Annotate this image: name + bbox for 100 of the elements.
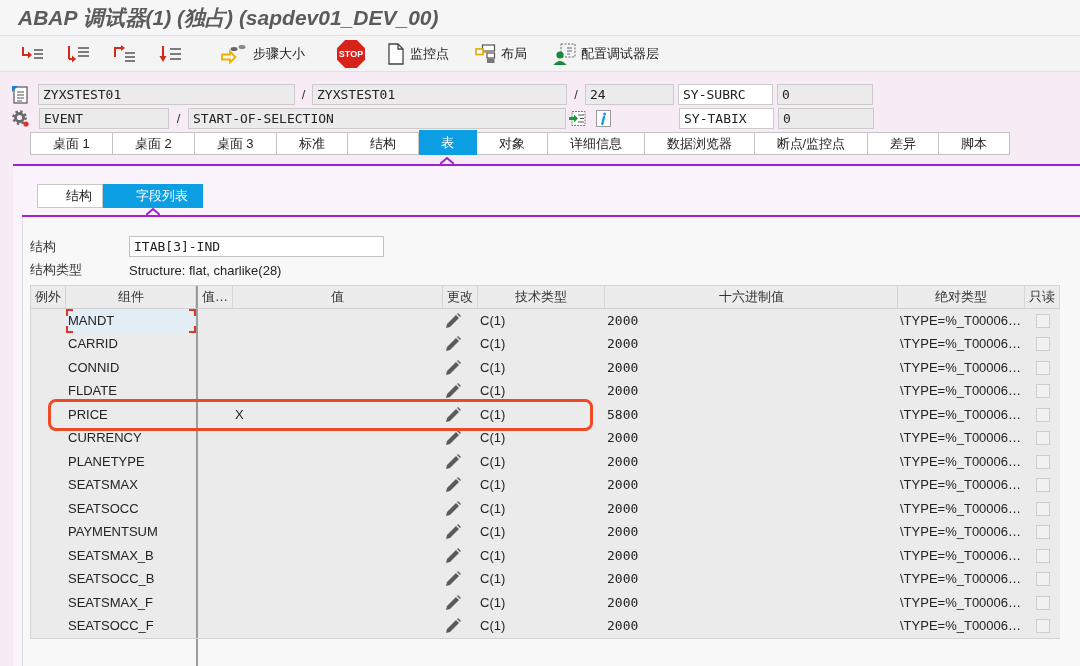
checkbox[interactable] (1035, 337, 1050, 352)
column-header[interactable]: 绝对类型 (898, 286, 1025, 309)
table-row[interactable]: CONNID C(1) 2000 \TYPE=%_T00006… (31, 356, 1060, 380)
tab[interactable]: 断点/监控点 (754, 132, 869, 155)
table-cell[interactable]: SEATSMAX_F (66, 594, 153, 611)
checkbox[interactable] (1035, 454, 1050, 469)
debugger-layers-button[interactable]: 配置调试器层 (549, 39, 663, 68)
checkbox[interactable] (1035, 384, 1050, 399)
tab[interactable]: 详细信息 (547, 132, 645, 155)
table-cell[interactable]: CARRID (66, 336, 118, 353)
table-cell-text: \TYPE=%_T00006… (899, 430, 1022, 447)
checkbox[interactable] (1035, 360, 1050, 375)
checkbox[interactable] (1035, 525, 1050, 540)
pencil-icon[interactable] (445, 336, 461, 353)
tab[interactable]: 差异 (868, 132, 940, 155)
table-row[interactable]: CARRID C(1) 2000 \TYPE=%_T00006… (31, 332, 1060, 356)
table-cell-text: C(1) (479, 571, 506, 588)
column-header[interactable]: 技术类型 (478, 286, 605, 309)
pencil-icon[interactable] (445, 524, 461, 541)
tab[interactable]: 桌面 1 (30, 132, 113, 155)
input-field[interactable]: SY-TABIX (679, 108, 774, 129)
watchpoint-button[interactable]: 监控点 (383, 39, 453, 68)
table-cell-text: C(1) (479, 336, 506, 353)
column-header[interactable]: 例外 (31, 286, 66, 309)
column-header[interactable]: 十六进制值 (605, 286, 898, 309)
table-cell[interactable]: SEATSMAX (66, 477, 138, 494)
table-cell-text: 2000 (606, 547, 639, 564)
checkbox[interactable] (1035, 501, 1050, 516)
input-field[interactable]: ITAB[3]-IND (129, 236, 384, 257)
pencil-icon[interactable] (445, 406, 461, 423)
arrow-lines-icon[interactable] (569, 111, 586, 126)
table-cell-text: 2000 (606, 594, 639, 611)
tab[interactable]: 脚本 (939, 132, 1011, 155)
table-cell-text: 5800 (606, 406, 639, 423)
pencil-icon[interactable] (445, 571, 461, 588)
pencil-icon[interactable] (445, 500, 461, 517)
table-row[interactable]: PLANETYPE C(1) 2000 \TYPE=%_T00006… (31, 450, 1060, 474)
corner-arrow-list-icon (66, 44, 90, 63)
pencil-icon[interactable] (445, 477, 461, 494)
table-cell[interactable]: PRICE (66, 406, 108, 423)
column-header[interactable]: 值 (233, 286, 443, 309)
table-row[interactable]: MANDT C(1) 2000 \TYPE=%_T00006… (31, 309, 1060, 333)
display-field: 0 (778, 108, 874, 129)
column-header[interactable]: 只读 (1025, 286, 1060, 309)
pencil-icon[interactable] (445, 618, 461, 635)
table-cell-text: C(1) (479, 618, 506, 635)
pencil-icon[interactable] (445, 359, 461, 376)
table-cell-text: \TYPE=%_T00006… (899, 359, 1022, 376)
table-row[interactable]: SEATSOCC C(1) 2000 \TYPE=%_T00006… (31, 497, 1060, 521)
gear-icon (12, 110, 29, 127)
tab[interactable]: 对象 (476, 132, 548, 155)
table-cell-text: \TYPE=%_T00006… (899, 453, 1022, 470)
tab[interactable]: 标准 (276, 132, 348, 155)
tab[interactable]: 结构 (347, 132, 419, 155)
checkbox[interactable] (1035, 572, 1050, 587)
checkbox[interactable] (1035, 619, 1050, 634)
pencil-icon[interactable] (445, 430, 461, 447)
table-row[interactable]: SEATSMAX C(1) 2000 \TYPE=%_T00006… (31, 473, 1060, 497)
table-cell[interactable]: MANDT (66, 309, 196, 333)
pencil-icon[interactable] (445, 383, 461, 400)
checkbox[interactable] (1035, 313, 1050, 328)
tab[interactable]: 结构 (37, 184, 103, 208)
input-field[interactable]: SY-SUBRC (678, 84, 773, 105)
table-cell[interactable]: SEATSOCC_B (66, 571, 155, 588)
table-cell[interactable]: SEATSOCC_F (66, 618, 154, 635)
table-row[interactable]: SEATSOCC_B C(1) 2000 \TYPE=%_T00006… (31, 567, 1060, 591)
table-row[interactable]: SEATSMAX_B C(1) 2000 \TYPE=%_T00006… (31, 544, 1060, 568)
table-cell[interactable]: FLDATE (66, 383, 117, 400)
column-header[interactable]: 值… (196, 286, 233, 309)
table-cell-text: C(1) (479, 453, 506, 470)
pencil-icon[interactable] (445, 547, 461, 564)
table-row[interactable]: PAYMENTSUM C(1) 2000 \TYPE=%_T00006… (31, 520, 1060, 544)
tab[interactable]: 数据浏览器 (644, 132, 755, 155)
table-cell-text: \TYPE=%_T00006… (899, 594, 1022, 611)
checkbox[interactable] (1035, 548, 1050, 563)
table-row[interactable]: SEATSMAX_F C(1) 2000 \TYPE=%_T00006… (31, 591, 1060, 615)
table-cell[interactable]: PAYMENTSUM (66, 524, 158, 541)
table-cell[interactable]: CURRENCY (66, 430, 142, 447)
table-row[interactable]: SEATSOCC_F C(1) 2000 \TYPE=%_T00006… (31, 614, 1060, 638)
table-cell[interactable]: SEATSOCC (66, 500, 139, 517)
table-cell[interactable]: PLANETYPE (66, 453, 145, 470)
column-header[interactable]: 组件 (66, 286, 196, 309)
tab[interactable]: 桌面 2 (112, 132, 195, 155)
pencil-icon[interactable] (445, 594, 461, 611)
pencil-icon[interactable] (445, 312, 461, 329)
step-size-button[interactable]: 步骤大小 (216, 40, 309, 67)
column-header[interactable]: 更改 (443, 286, 478, 309)
table-cell[interactable]: SEATSMAX_B (66, 547, 154, 564)
info-icon[interactable] (596, 110, 611, 127)
layout-button[interactable]: 布局 (471, 40, 531, 67)
checkbox[interactable] (1035, 407, 1050, 422)
table-cell-text: \TYPE=%_T00006… (899, 383, 1022, 400)
path-separator: / (175, 111, 182, 126)
checkbox[interactable] (1035, 431, 1050, 446)
checkbox[interactable] (1035, 478, 1050, 493)
pencil-icon[interactable] (445, 453, 461, 470)
tab[interactable]: 桌面 3 (194, 132, 277, 155)
table-cell-text: C(1) (479, 477, 506, 494)
table-cell[interactable]: CONNID (66, 359, 120, 376)
checkbox[interactable] (1035, 595, 1050, 610)
